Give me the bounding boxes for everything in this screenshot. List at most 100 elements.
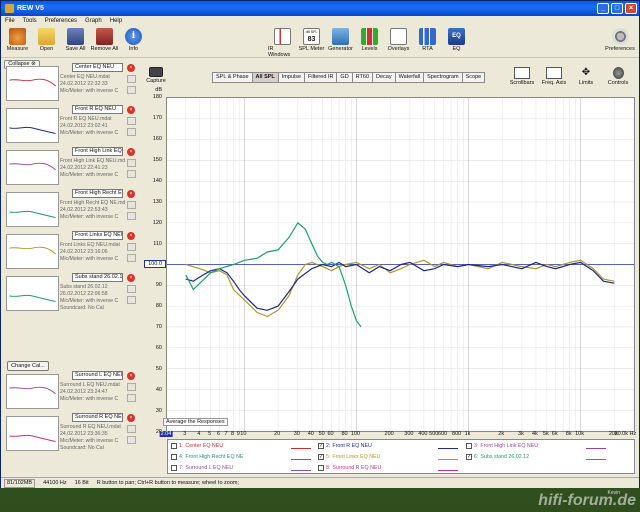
tools-icon[interactable]	[127, 159, 136, 167]
measurement-item[interactable]: Center EQ NEU × Center EQ NEU.mdat 24.02.20…	[4, 63, 137, 103]
tab-decay[interactable]: Decay	[372, 72, 396, 83]
tab-impulse[interactable]: Impulse	[277, 72, 306, 83]
info-small-icon[interactable]	[127, 296, 136, 304]
average-responses-button[interactable]: Average the Responses	[163, 418, 228, 426]
spl-plot[interactable]	[166, 97, 635, 432]
tab-spectrogram[interactable]: Spectrogram	[423, 72, 463, 83]
maximize-button[interactable]: □	[611, 3, 623, 14]
info-small-icon[interactable]	[127, 86, 136, 94]
menu-graph[interactable]: Graph	[85, 18, 102, 24]
controls-button[interactable]: Controls	[605, 67, 631, 86]
tools-icon[interactable]	[127, 285, 136, 293]
tools-icon[interactable]	[127, 201, 136, 209]
measurement-item[interactable]: Front Links EQ NEU × Front Links EQ NEU.md…	[4, 231, 137, 271]
info-small-icon[interactable]	[127, 170, 136, 178]
tab-gd[interactable]: GD	[336, 72, 353, 83]
ir-windows-button[interactable]: IR Windows	[268, 28, 297, 58]
remove-all-button[interactable]: Remove All	[90, 28, 119, 52]
x-tick-label: 10	[240, 431, 247, 437]
legend-item[interactable]: 1: Center EQ NEU	[171, 443, 223, 449]
legend-checkbox[interactable]: ✓	[466, 454, 472, 460]
capture-button[interactable]: Capture	[144, 67, 168, 84]
menu-file[interactable]: File	[5, 18, 15, 24]
measurement-name[interactable]: Center EQ NEU	[72, 63, 123, 72]
remove-measurement-icon[interactable]: ×	[127, 274, 135, 282]
tab-rt60[interactable]: RT60	[351, 72, 374, 83]
remove-measurement-icon[interactable]: ×	[127, 64, 135, 72]
measure-button[interactable]: Measure	[3, 28, 32, 52]
scrollbars-button[interactable]: Scrollbars	[509, 67, 535, 86]
menu-tools[interactable]: Tools	[23, 18, 37, 24]
measurement-name[interactable]: Surround L EQ NEU	[72, 371, 123, 380]
legend-item[interactable]: 7: Surround L EQ NEU	[171, 465, 233, 471]
tab-filtered-ir[interactable]: Filtered IR	[304, 72, 338, 83]
legend-checkbox[interactable]	[171, 465, 177, 471]
legend-item[interactable]: ✓ 6: Subs stand 26.02.12	[466, 454, 529, 460]
measurement-item[interactable]: Subs stand 26.02.12 × Subs stand 26.02.12 2…	[4, 273, 137, 313]
freq-axis-button[interactable]: Freq. Axis	[541, 67, 567, 86]
overlays-button[interactable]: Overlays	[384, 28, 413, 58]
measurement-name[interactable]: Front High Recht EQ NE	[72, 189, 123, 198]
tools-icon[interactable]	[127, 425, 136, 433]
change-cal-button[interactable]: Change Cal...	[7, 361, 49, 371]
remove-measurement-icon[interactable]: ×	[127, 106, 135, 114]
menu-preferences[interactable]: Preferences	[45, 18, 77, 24]
measurement-item[interactable]: Surround L EQ NEU × Surround L EQ NEU.mdat…	[4, 371, 137, 411]
measurement-item[interactable]: Front High Link EQ NEU ×Front High Link E…	[4, 147, 137, 187]
remove-measurement-icon[interactable]: ×	[127, 372, 135, 380]
tools-icon[interactable]	[127, 75, 136, 83]
legend-item[interactable]: 8: Surround R EQ NEU	[318, 465, 381, 471]
tab-all-spl[interactable]: All SPL	[251, 72, 279, 83]
tools-icon[interactable]	[127, 383, 136, 391]
close-button[interactable]: ×	[625, 3, 637, 14]
tools-icon[interactable]	[127, 117, 136, 125]
info-small-icon[interactable]	[127, 212, 136, 220]
info-small-icon[interactable]	[127, 394, 136, 402]
legend-number: 1:	[179, 443, 184, 449]
legend-checkbox[interactable]	[171, 454, 177, 460]
x-tick-label: 10k	[575, 431, 584, 437]
tools-icon[interactable]	[127, 243, 136, 251]
legend-item[interactable]: ✓ 5: Front Links EQ NEU	[318, 454, 380, 460]
limits-button[interactable]: ✥ Limits	[573, 67, 599, 86]
info-small-icon[interactable]	[127, 128, 136, 136]
measurement-name[interactable]: Surround R EQ NEU	[72, 413, 123, 422]
remove-measurement-icon[interactable]: ×	[127, 148, 135, 156]
info-small-icon[interactable]	[127, 254, 136, 262]
x-tick-label: 1k	[464, 431, 471, 437]
tab-scope[interactable]: Scope	[461, 72, 486, 83]
legend-checkbox[interactable]	[466, 443, 472, 449]
info-button[interactable]: i Info	[119, 28, 148, 52]
save-all-button[interactable]: Save All	[61, 28, 90, 52]
remove-measurement-icon[interactable]: ×	[127, 232, 135, 240]
legend-item[interactable]: 3: Front High Link EQ NEU	[466, 443, 538, 449]
tab-spl-phase[interactable]: SPL & Phase	[212, 72, 253, 83]
legend-checkbox[interactable]	[171, 443, 177, 449]
measurement-item[interactable]: Front High Recht EQ NE ×Front High Recht …	[4, 189, 137, 229]
minimize-button[interactable]: _	[597, 3, 609, 14]
levels-button[interactable]: Levels	[355, 28, 384, 58]
eq-button[interactable]: EQ EQ	[442, 28, 471, 58]
preferences-button[interactable]: Preferences	[603, 28, 637, 52]
info-small-icon[interactable]	[127, 436, 136, 444]
measurement-name[interactable]: Front Links EQ NEU	[72, 231, 123, 240]
measurement-item[interactable]: Front R EQ NEU × Front R EQ NEU.mdat 24.02.…	[4, 105, 137, 145]
menu-help[interactable]: Help	[110, 18, 122, 24]
legend-checkbox[interactable]: ✓	[318, 443, 324, 449]
tab-waterfall[interactable]: Waterfall	[394, 72, 425, 83]
remove-measurement-icon[interactable]: ×	[127, 414, 135, 422]
remove-measurement-icon[interactable]: ×	[127, 190, 135, 198]
rta-button[interactable]: RTA	[413, 28, 442, 58]
legend-item[interactable]: 4: Front High Recht EQ NE	[171, 454, 243, 460]
legend-checkbox[interactable]	[318, 465, 324, 471]
measurement-name[interactable]: Subs stand 26.02.12	[72, 273, 123, 282]
measurement-name[interactable]: Front High Link EQ NEU	[72, 147, 123, 156]
legend-item[interactable]: ✓ 2: Front R EQ NEU	[318, 443, 372, 449]
generator-button[interactable]: Generator	[326, 28, 355, 58]
measurement-name[interactable]: Front R EQ NEU	[72, 105, 123, 114]
open-button[interactable]: Open	[32, 28, 61, 52]
measurement-details: Center EQ NEU.mdat 24.02.2012 22:32:33 Mic…	[60, 74, 119, 94]
measurement-item[interactable]: Surround R EQ NEU × Surround R EQ NEU.mdat…	[4, 413, 137, 453]
spl-meter-button[interactable]: dB SPL 83 SPL Meter	[297, 28, 326, 58]
legend-checkbox[interactable]: ✓	[318, 454, 324, 460]
